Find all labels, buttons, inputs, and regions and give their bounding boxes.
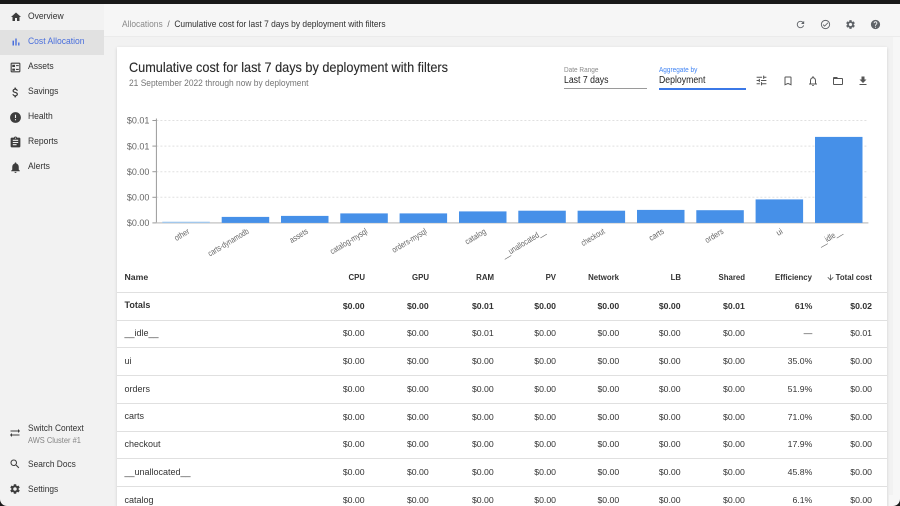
svg-text:other: other <box>172 226 191 243</box>
svg-text:carts-dynamodb: carts-dynamodb <box>206 226 251 258</box>
svg-text:$0.01: $0.01 <box>127 116 150 126</box>
svg-text:orders-mysql: orders-mysql <box>390 226 429 255</box>
svg-text:checkout: checkout <box>579 226 607 248</box>
svg-text:$0.00: $0.00 <box>127 193 150 203</box>
svg-text:catalog: catalog <box>463 226 488 247</box>
svg-text:orders: orders <box>703 226 725 245</box>
svg-text:$0.01: $0.01 <box>127 141 150 151</box>
svg-text:__unallocated__: __unallocated__ <box>499 226 547 260</box>
svg-text:$0.00: $0.00 <box>127 167 150 177</box>
svg-text:ui: ui <box>774 226 784 238</box>
svg-text:catalog-mysql: catalog-mysql <box>328 226 369 256</box>
svg-text:__idle__: __idle__ <box>816 226 844 248</box>
svg-text:$0.00: $0.00 <box>127 218 150 228</box>
svg-text:assets: assets <box>287 226 309 245</box>
svg-text:carts: carts <box>647 226 666 243</box>
